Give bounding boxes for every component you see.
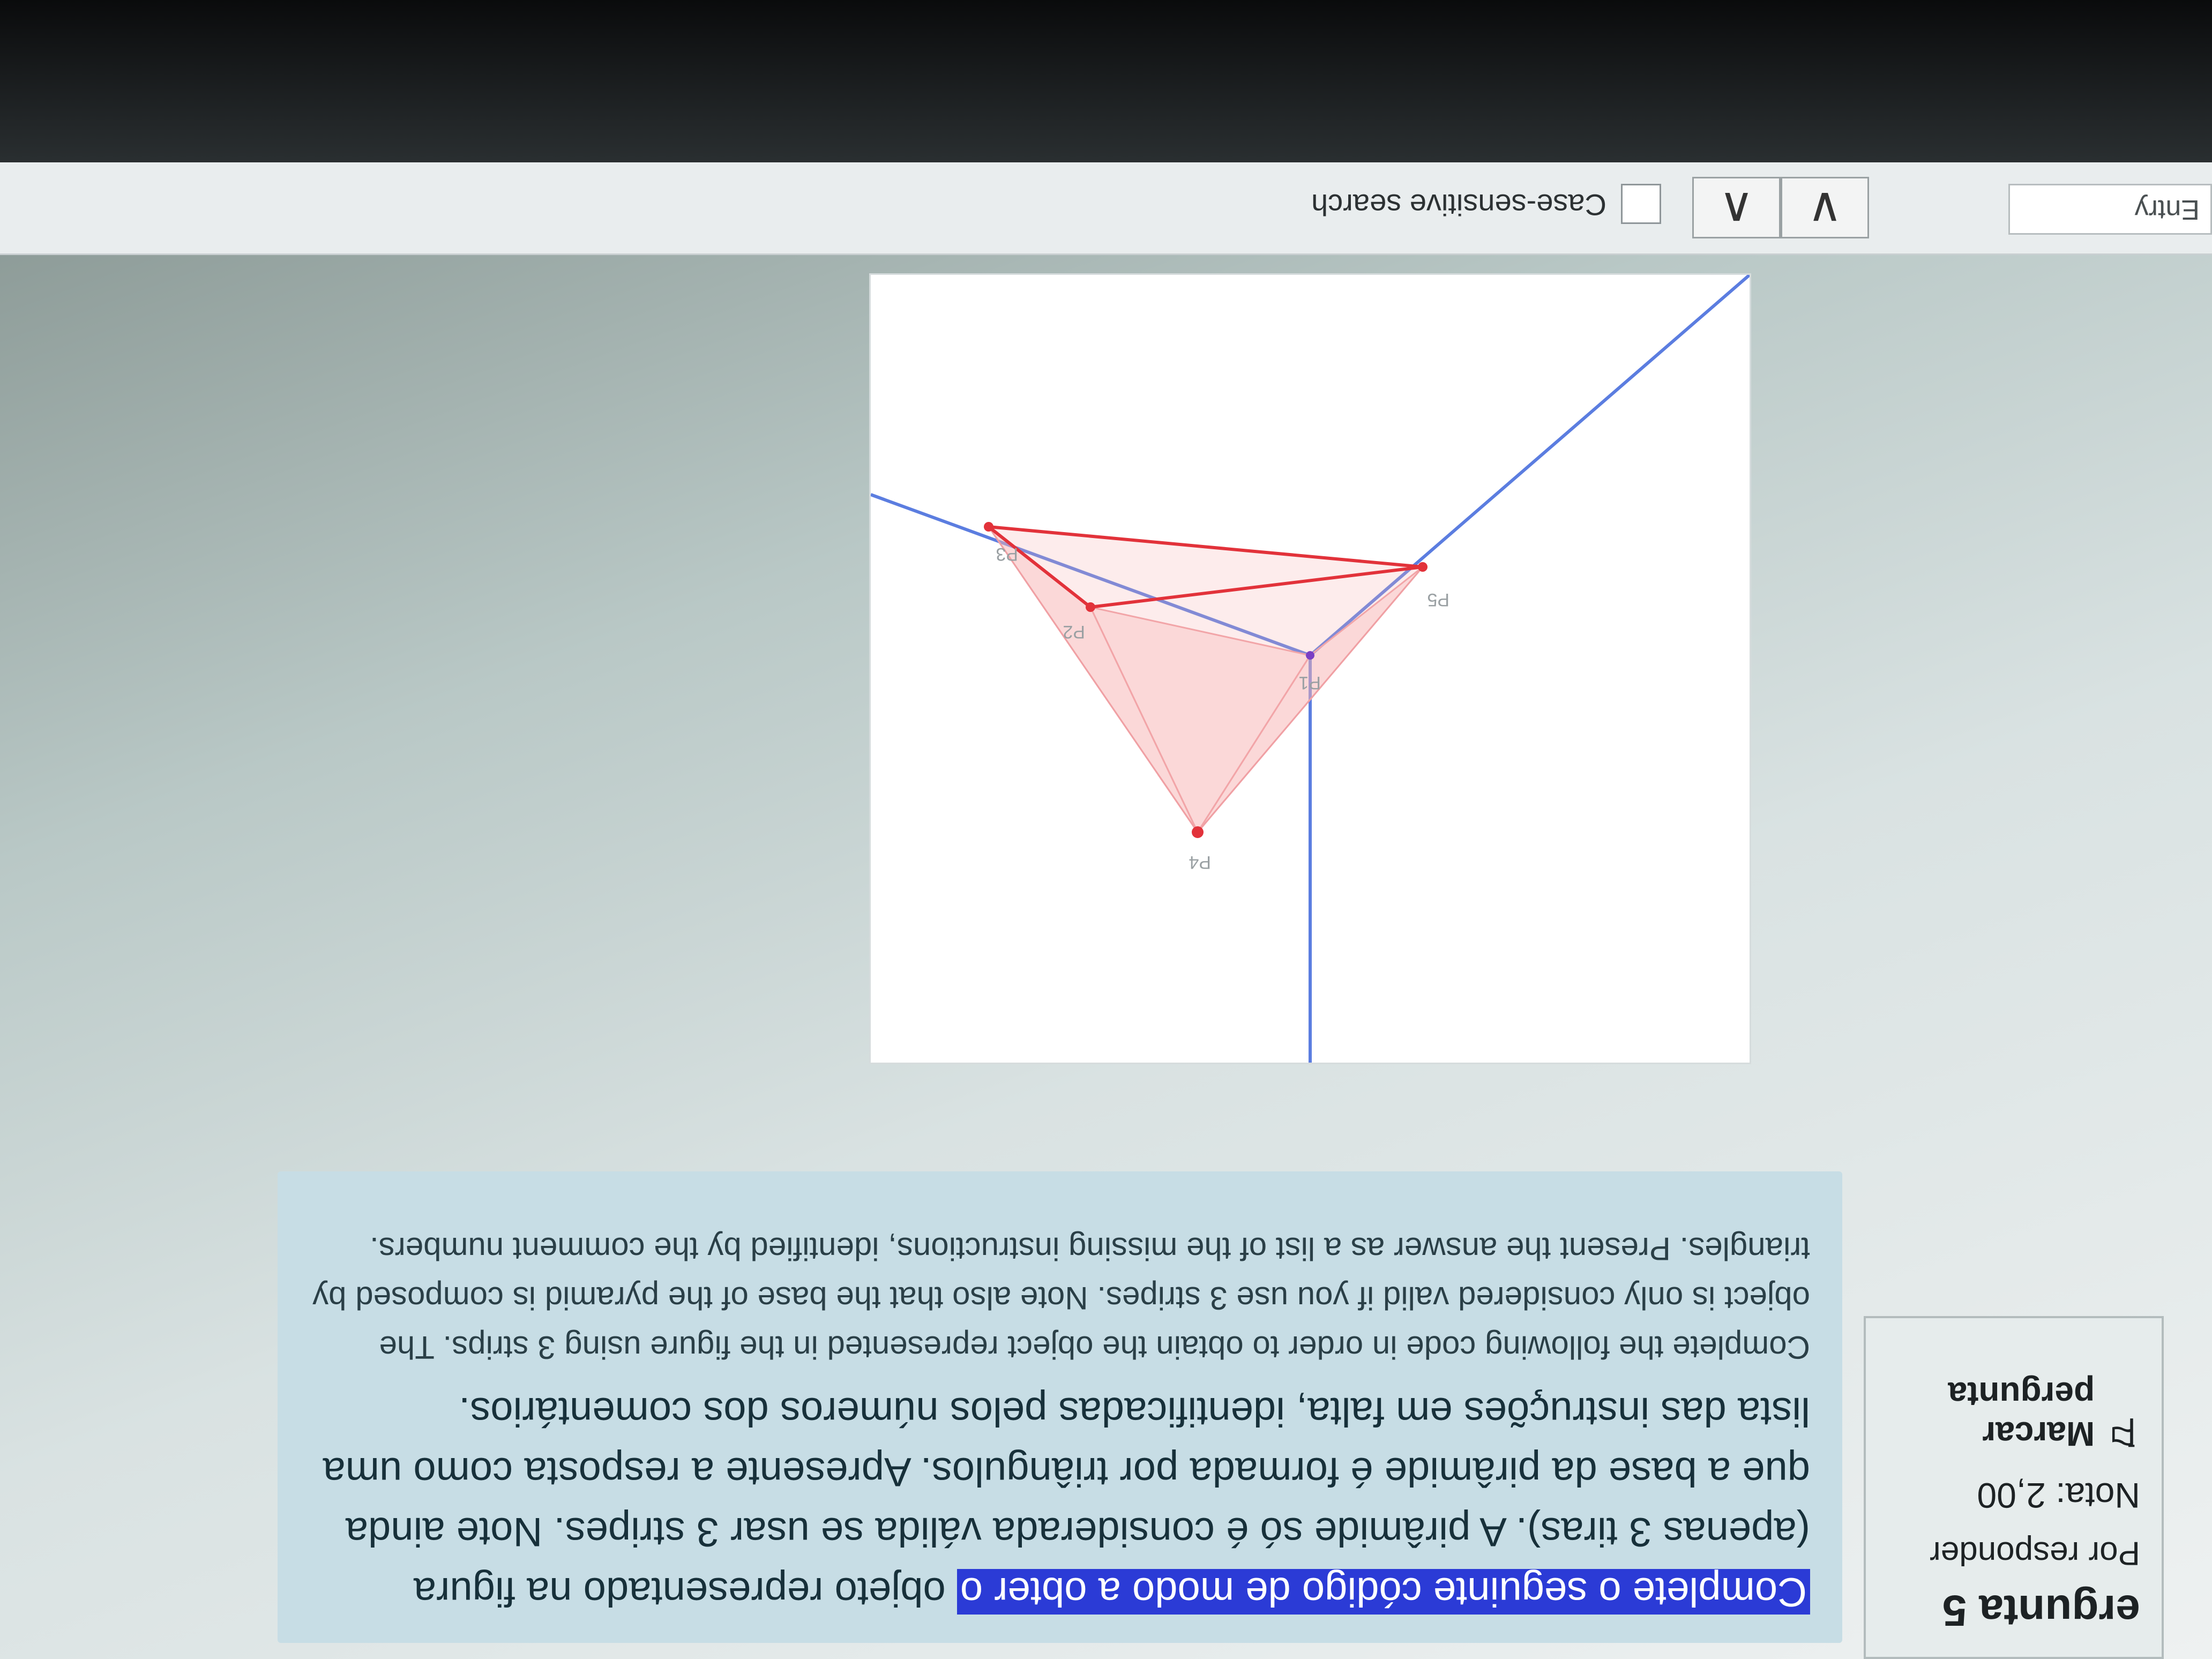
screen: ergunta 5 Por responder Nota: 2,00 ⚐ Mar… (0, 0, 2212, 1659)
flag-question-button[interactable]: ⚐ Marcar pergunta (1887, 1374, 2140, 1454)
label-p2: P2 (1063, 622, 1085, 642)
question-text-box: Complete o seguinte código de modo a obt… (278, 1171, 1842, 1643)
case-sensitive-label: Case-sensitive search (1311, 188, 1606, 222)
pyramid-figure: P1 P2 P3 P4 P5 (869, 273, 1751, 1064)
find-next-button[interactable]: ∧ (1692, 177, 1781, 238)
pyramid-diagram: P1 P2 P3 P4 P5 (871, 275, 1750, 1063)
find-previous-button[interactable]: ∨ (1781, 177, 1869, 238)
vertex-p1 (1306, 651, 1314, 660)
flag-icon: ⚐ (2106, 1411, 2140, 1453)
question-info-panel: ergunta 5 Por responder Nota: 2,00 ⚐ Mar… (1864, 1316, 2164, 1659)
answer-status: Por responder (1930, 1535, 2140, 1572)
question-text-en: Complete the following code in order to … (312, 1231, 1810, 1365)
question-grade: Nota: 2,00 (1977, 1476, 2140, 1515)
highlighted-text: Complete o seguinte código de modo a obt… (956, 1569, 1810, 1615)
vertex-p4 (1192, 826, 1204, 838)
vertex-p3 (984, 522, 993, 532)
question-number: ergunta 5 (1942, 1586, 2140, 1635)
question-text-pt: Complete o seguinte código de modo a obt… (310, 1381, 1810, 1621)
find-bar: Entry ∨ ∧ Case-sensitive search (0, 162, 2212, 255)
find-input[interactable]: Entry (2008, 184, 2212, 235)
vertex-p2 (1086, 602, 1095, 612)
label-p3: P3 (996, 544, 1018, 564)
label-p5: P5 (1427, 589, 1449, 610)
case-sensitive-checkbox[interactable] (1621, 184, 1661, 224)
vertex-p5 (1418, 562, 1428, 572)
monitor-bezel (0, 0, 2212, 164)
label-p1: P1 (1298, 672, 1321, 693)
flag-question-label: Marcar pergunta (1948, 1375, 2095, 1453)
label-p4: P4 (1189, 852, 1211, 872)
face-4 (987, 526, 1425, 834)
